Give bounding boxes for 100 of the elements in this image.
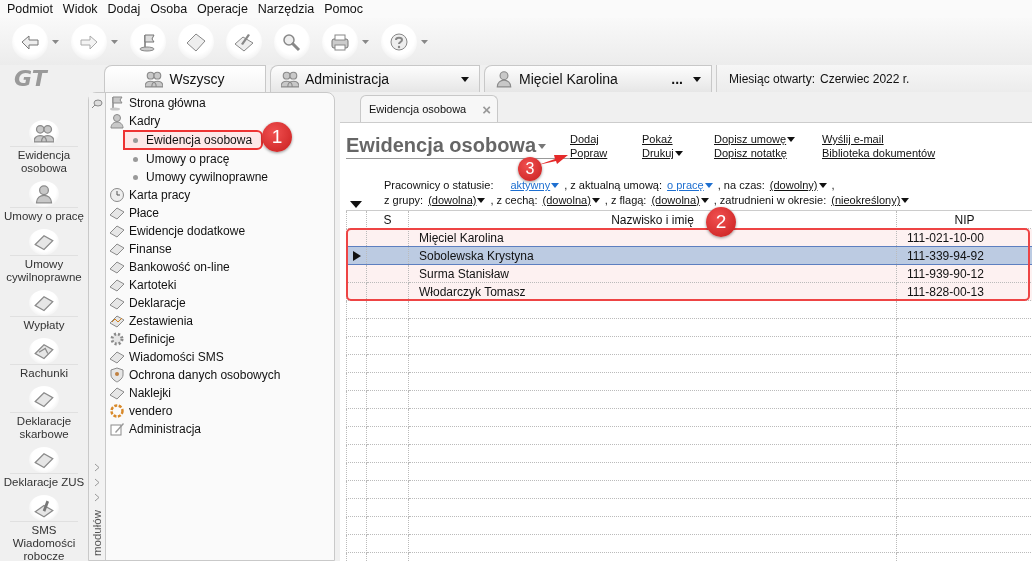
action-link[interactable]: Popraw	[570, 147, 642, 159]
tree-item[interactable]: Wiadomości SMS	[109, 348, 334, 366]
caret-icon[interactable]	[693, 76, 701, 82]
modules-label: modułów	[91, 509, 103, 556]
filter-label: , z flagą:	[604, 194, 647, 206]
tree-item[interactable]: Umowy o pracę	[109, 150, 334, 168]
toolbar-button[interactable]	[226, 23, 262, 60]
filter-link[interactable]: (dowolna)	[542, 194, 600, 206]
toolbar-button[interactable]	[322, 23, 358, 60]
filter-label: , zatrudnieni w okresie:	[713, 194, 827, 206]
tab[interactable]: Wszyscy	[104, 65, 266, 92]
shortcut-button[interactable]	[29, 181, 59, 207]
tree-item[interactable]: Definicje	[109, 330, 334, 348]
menu-item[interactable]: Operacje	[192, 1, 253, 17]
filter-link[interactable]: (dowolna)	[651, 194, 709, 206]
toolbar-button[interactable]	[274, 23, 310, 60]
shortcut-button[interactable]	[29, 495, 59, 521]
menu-item[interactable]: Dodaj	[102, 1, 146, 17]
shortcut-label[interactable]: SMS Wiadomości robocze	[1, 524, 87, 561]
card-icon	[109, 205, 125, 221]
filter-link[interactable]: (dowolna)	[428, 194, 486, 206]
search-icon	[281, 31, 303, 52]
menu-item[interactable]: Pomoc	[319, 1, 369, 17]
tab[interactable]: Mięciel Karolina ...	[484, 65, 712, 92]
caret-icon[interactable]	[350, 201, 362, 208]
tab[interactable]: Administracja	[270, 65, 480, 92]
action-link[interactable]: Biblioteka dokumentów	[822, 147, 936, 159]
shortcut-button[interactable]	[29, 290, 59, 316]
people-icon	[34, 123, 54, 143]
menu-item[interactable]: Narzędzia	[252, 1, 320, 17]
tree-item[interactable]: Strona główna	[109, 94, 334, 112]
shortcut-button[interactable]	[29, 120, 59, 146]
caret-icon	[818, 182, 827, 188]
action-link[interactable]: Pokaż	[642, 133, 714, 145]
printer-icon	[329, 31, 351, 52]
toolbar-button[interactable]	[130, 23, 166, 60]
action-link[interactable]: Dodaj	[570, 133, 642, 145]
menu-item[interactable]: Osoba	[145, 1, 193, 17]
caret-icon	[551, 182, 560, 188]
shortcut-button[interactable]	[29, 338, 59, 364]
tree-item[interactable]: vendero	[109, 402, 334, 420]
tree-item[interactable]: Płace	[109, 204, 334, 222]
column-header[interactable]: S	[366, 210, 409, 229]
tree-item[interactable]: Naklejki	[109, 384, 334, 402]
caret-icon[interactable]	[461, 76, 469, 82]
shortcut-label[interactable]: Umowy cywilnoprawne	[1, 258, 87, 284]
shortcut-label[interactable]: Wypłaty	[1, 319, 87, 332]
card-icon	[34, 293, 54, 313]
people-icon	[145, 70, 164, 88]
filter-link[interactable]: o pracę	[667, 179, 713, 191]
menu-item[interactable]: Podmiot	[2, 1, 58, 17]
filter-link[interactable]: (nieokreślony)	[831, 194, 910, 206]
action-link[interactable]: Dopisz notatkę	[714, 147, 822, 159]
tree-item[interactable]: Karta pracy	[109, 186, 334, 204]
pencil-icon	[109, 421, 125, 437]
tree-item[interactable]: Ochrona danych osobowych	[109, 366, 334, 384]
action-link[interactable]: Wyślij e-mail	[822, 133, 936, 145]
logo: GT	[13, 65, 49, 92]
shortcut-label[interactable]: Umowy o pracę	[1, 210, 87, 223]
tree-item[interactable]: Ewidencja osobowa	[123, 130, 263, 150]
bullet-icon	[133, 137, 138, 143]
toolbar-button[interactable]	[12, 23, 48, 60]
tree-item[interactable]: Administracja	[109, 420, 334, 438]
table-row[interactable]: Włodarczyk Tomasz 111-828-00-13	[346, 282, 1032, 301]
document-tab[interactable]: Ewidencja osobowa ×	[360, 95, 498, 122]
tree-item[interactable]: Umowy cywilnoprawne	[109, 168, 334, 186]
filter-label: ,	[831, 179, 835, 191]
filter-link[interactable]: aktywny	[510, 179, 560, 191]
card-icon	[34, 232, 54, 252]
table-row[interactable]: Surma Stanisław 111-939-90-12	[346, 264, 1032, 283]
action-link[interactable]: Drukuj	[642, 147, 714, 159]
table-row[interactable]: Mięciel Karolina 111-021-10-00	[346, 228, 1032, 247]
shortcut-label[interactable]: Deklaracje ZUS	[1, 476, 87, 489]
tree-item[interactable]: Finanse	[109, 240, 334, 258]
shortcut-label[interactable]: Ewidencja osobowa	[1, 149, 87, 175]
card-icon	[109, 277, 125, 293]
card-icon	[34, 450, 54, 470]
tree-item[interactable]: Zestawienia	[109, 312, 334, 330]
caret-icon	[674, 150, 683, 156]
tree-item[interactable]: Ewidencje dodatkowe	[109, 222, 334, 240]
pen-icon	[34, 498, 54, 518]
caret-icon	[787, 136, 796, 142]
toolbar-button[interactable]	[178, 23, 214, 60]
shortcut-label[interactable]: Rachunki	[1, 367, 87, 380]
shortcut-label[interactable]: Deklaracje skarbowe	[1, 415, 87, 441]
menu-item[interactable]: Widok	[57, 1, 103, 17]
filter-label: , na czas:	[717, 179, 765, 191]
shortcut-button[interactable]	[29, 447, 59, 473]
tree-item[interactable]: Deklaracje	[109, 294, 334, 312]
more-button[interactable]: ...	[667, 71, 687, 87]
column-header[interactable]: NIP	[896, 210, 1032, 229]
tree-item[interactable]: Kartoteki	[109, 276, 334, 294]
action-link[interactable]: Dopisz umowę	[714, 133, 822, 145]
shortcut-button[interactable]	[29, 386, 59, 412]
toolbar-button[interactable]	[381, 23, 417, 60]
shortcut-button[interactable]	[29, 229, 59, 255]
tree-item[interactable]: Bankowość on-line	[109, 258, 334, 276]
filter-link[interactable]: (dowolny)	[769, 179, 827, 191]
filter-label: , z aktualną umową:	[564, 179, 663, 191]
person-icon	[495, 70, 513, 88]
